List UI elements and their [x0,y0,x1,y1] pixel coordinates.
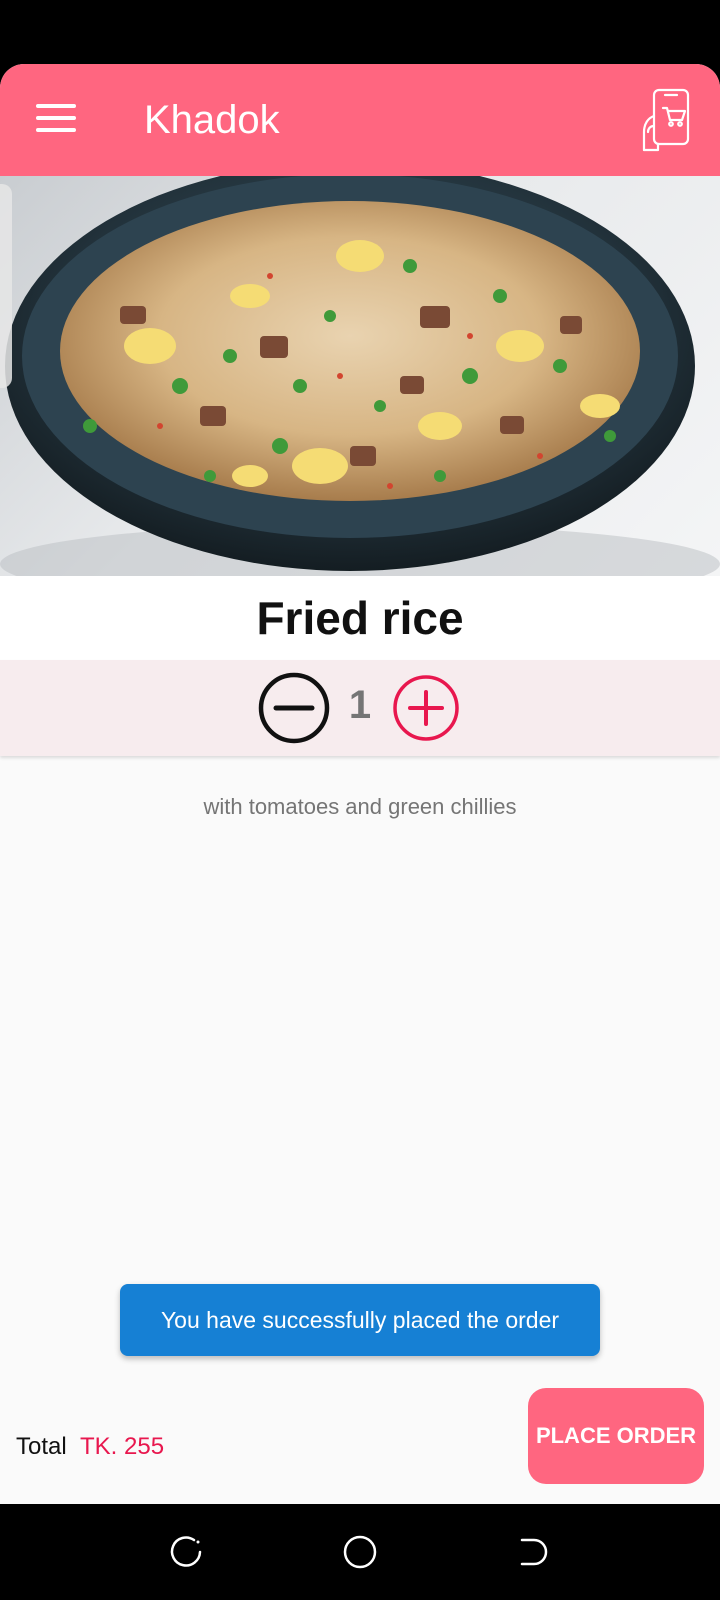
home-icon[interactable] [338,1530,382,1574]
app-screen: Khadok Fried rice 1 with tomatoes and gr… [0,64,720,1504]
system-navigation-bar [0,1504,720,1600]
place-order-button[interactable]: PLACE ORDER [528,1388,704,1484]
quantity-stepper: 1 [0,660,720,756]
back-icon[interactable] [512,1530,556,1574]
total-label: Total [16,1433,67,1460]
plus-circle-icon[interactable] [392,674,460,742]
minus-circle-icon[interactable] [258,672,330,744]
hamburger-menu-icon[interactable] [36,104,76,132]
app-bar: Khadok [0,64,720,176]
recent-apps-icon[interactable] [164,1530,208,1574]
total-value: 255 [124,1433,165,1460]
mobile-shopping-cart-icon[interactable] [636,86,692,154]
food-description: with tomatoes and green chillies [203,794,517,819]
side-drawer-handle[interactable] [0,184,12,388]
food-name: Fried rice [256,592,464,644]
status-bar [0,0,720,64]
food-title-section: Fried rice [0,576,720,660]
quantity-value: 1 [348,683,372,727]
order-success-toast: You have successfully placed the order [120,1284,600,1356]
total-currency: TK. [80,1433,118,1460]
food-image [0,176,720,576]
app-title: Khadok [144,98,280,142]
